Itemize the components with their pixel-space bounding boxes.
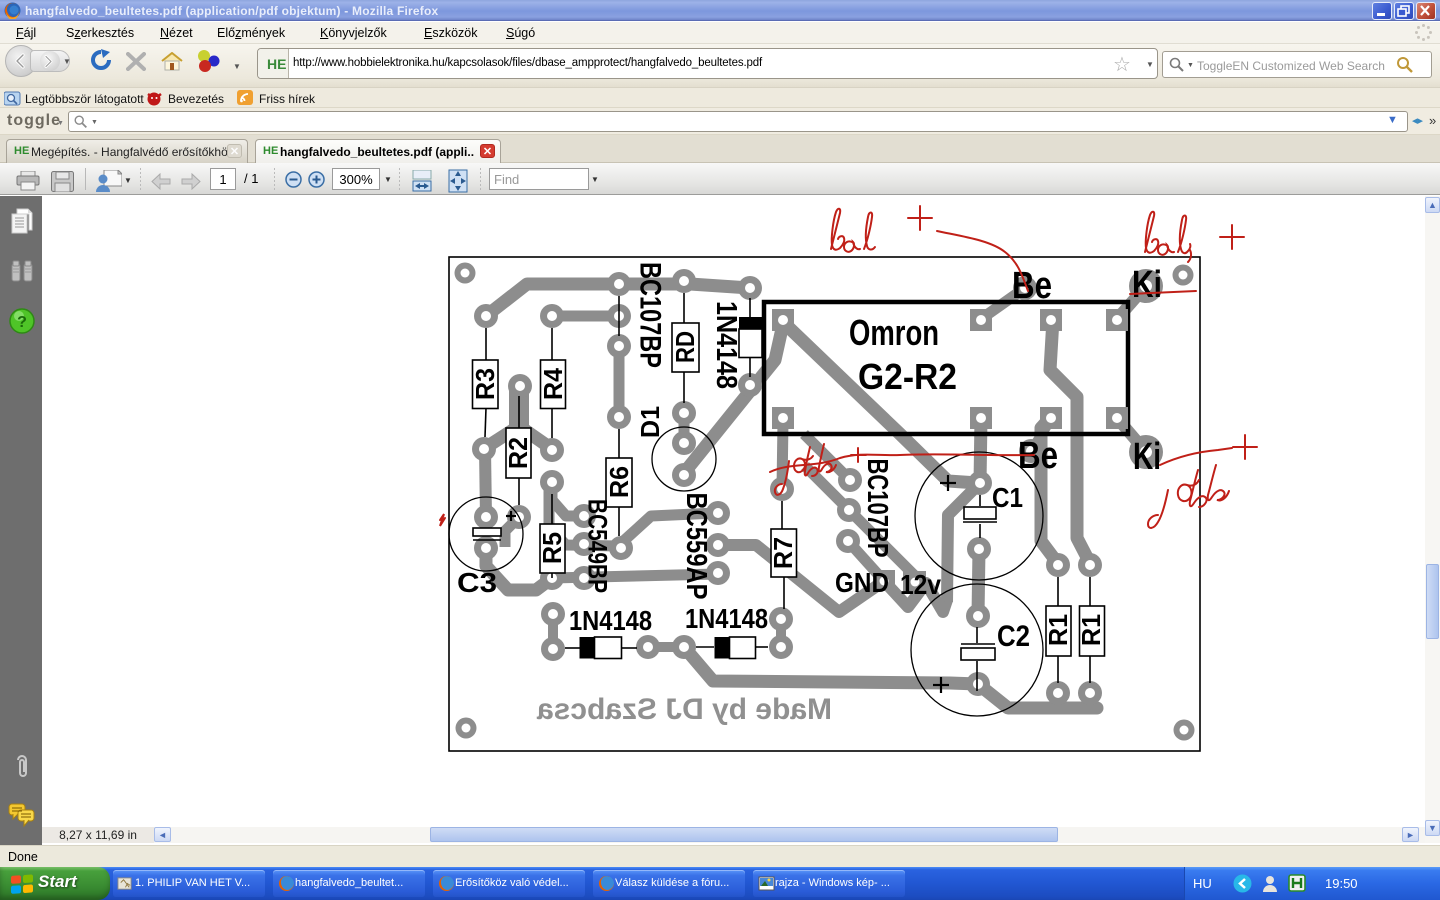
svg-text:C2: C2 bbox=[997, 620, 1030, 653]
svg-text:RD: RD bbox=[670, 331, 700, 363]
svg-text:R4: R4 bbox=[538, 367, 568, 400]
svg-text:R1: R1 bbox=[1076, 614, 1106, 646]
svg-text:BC549BP: BC549BP bbox=[583, 499, 613, 593]
svg-text:1N4148: 1N4148 bbox=[569, 605, 652, 636]
svg-text:R7: R7 bbox=[768, 537, 798, 569]
svg-text:Made by DJ Szabcsa: Made by DJ Szabcsa bbox=[537, 693, 832, 726]
svg-text:R3: R3 bbox=[470, 368, 500, 400]
svg-text:12v: 12v bbox=[900, 569, 941, 600]
svg-text:Be: Be bbox=[1012, 265, 1052, 307]
svg-text:Ki: Ki bbox=[1132, 264, 1162, 306]
svg-text:1N4148: 1N4148 bbox=[710, 301, 742, 389]
svg-text:G2-R2: G2-R2 bbox=[858, 356, 957, 397]
svg-text:R5: R5 bbox=[537, 532, 567, 564]
svg-text:R6: R6 bbox=[604, 466, 634, 498]
svg-text:Ki: Ki bbox=[1133, 436, 1161, 478]
svg-text:D1: D1 bbox=[635, 406, 665, 438]
svg-text:C1: C1 bbox=[992, 482, 1023, 513]
svg-text:R1: R1 bbox=[1043, 614, 1073, 646]
svg-text:1N4148: 1N4148 bbox=[685, 603, 768, 634]
svg-text:BC107BP: BC107BP bbox=[861, 459, 893, 558]
svg-text:BC107BP: BC107BP bbox=[634, 262, 667, 368]
svg-text:C3: C3 bbox=[457, 567, 497, 598]
svg-text:GND: GND bbox=[835, 567, 889, 598]
svg-text:R2: R2 bbox=[503, 437, 533, 469]
svg-text:BC559AP: BC559AP bbox=[680, 493, 712, 600]
svg-text:Omron: Omron bbox=[849, 312, 939, 353]
